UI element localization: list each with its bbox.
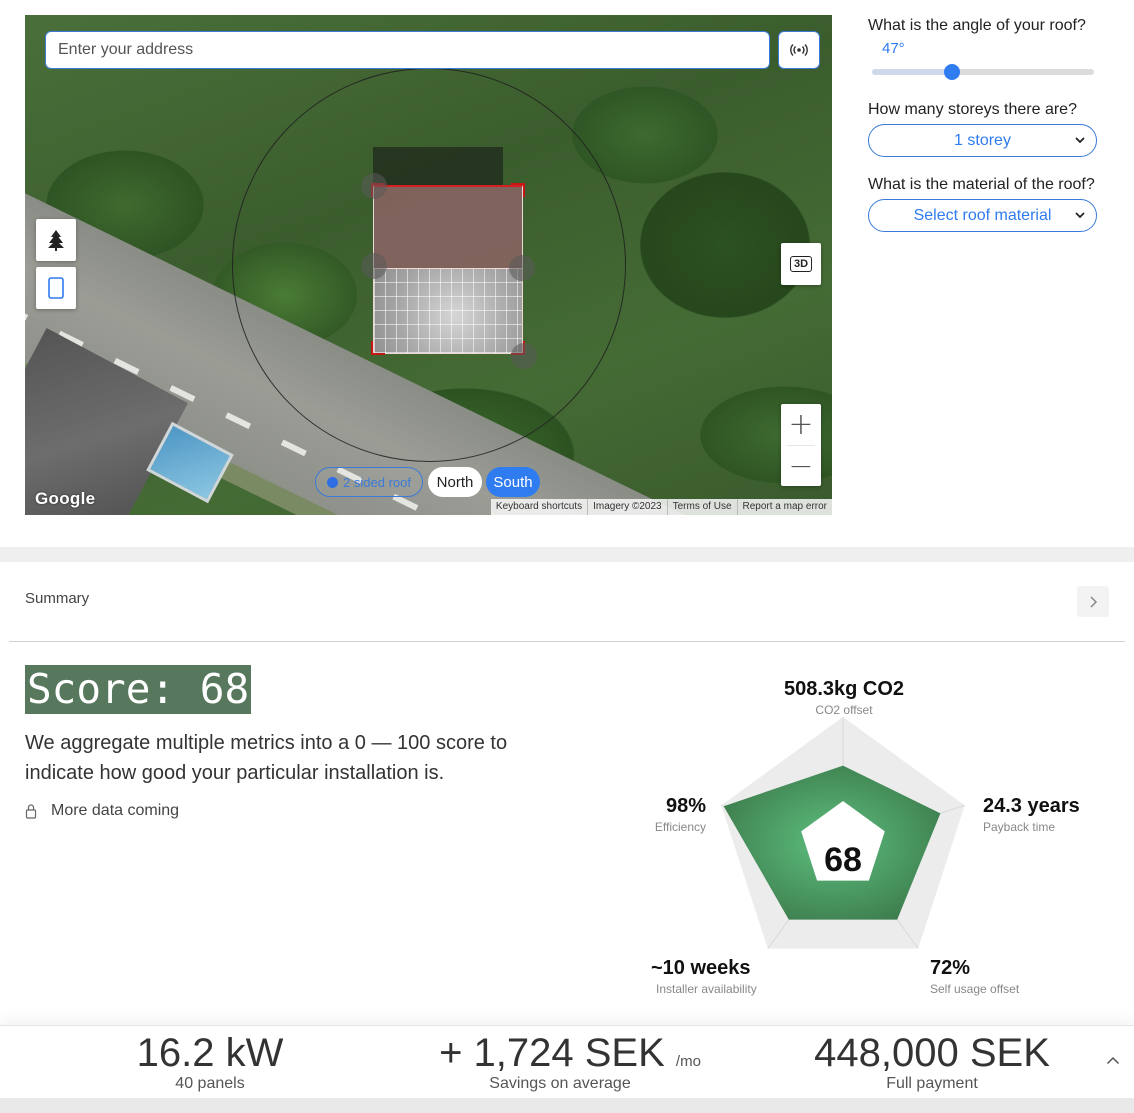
savings-value: + 1,724 SEK <box>439 1031 665 1075</box>
metric-self-usage-offset: 72% Self usage offset <box>930 957 1019 996</box>
metric-co2-offset: 508.3kg CO2 CO2 offset <box>781 678 907 717</box>
stat-payment: 448,000 SEK Full payment <box>792 1030 1072 1092</box>
score-radar-chart: 68 <box>721 717 965 949</box>
radar-score-value: 68 <box>824 841 862 879</box>
savings-label: Savings on average <box>489 1075 631 1092</box>
metric-payback-time: 24.3 years Payback time <box>983 795 1080 834</box>
stat-savings: + 1,724 SEK /mo Savings on average <box>430 1030 710 1092</box>
payment-label: Full payment <box>886 1075 978 1092</box>
metric-label: Payback time <box>983 820 1056 834</box>
metric-efficiency: 98% Efficiency <box>654 795 706 834</box>
chevron-up-icon <box>1106 1056 1120 1064</box>
metric-value: 98% <box>665 795 706 817</box>
metric-value: 72% <box>930 957 971 979</box>
metric-installer-availability: ~10 weeks Installer availability <box>651 957 757 996</box>
metric-value: ~10 weeks <box>651 957 751 979</box>
metric-value: 24.3 years <box>983 795 1080 817</box>
metric-value: 508.3kg CO2 <box>783 678 905 700</box>
savings-value-row: + 1,724 SEK /mo <box>430 1030 710 1076</box>
power-label: 40 panels <box>175 1075 245 1092</box>
bottom-shade <box>0 1098 1134 1113</box>
collapse-bar-button[interactable] <box>1102 1050 1124 1070</box>
metric-label: CO2 offset <box>815 703 873 717</box>
savings-unit: /mo <box>675 1053 701 1070</box>
metric-label: Efficiency <box>654 820 706 834</box>
metric-label: Installer availability <box>656 982 757 996</box>
metric-label: Self usage offset <box>930 982 1020 996</box>
power-value: 16.2 kW <box>136 1031 284 1075</box>
payment-value: 448,000 SEK <box>814 1031 1050 1075</box>
stat-power: 16.2 kW 40 panels <box>110 1030 310 1092</box>
